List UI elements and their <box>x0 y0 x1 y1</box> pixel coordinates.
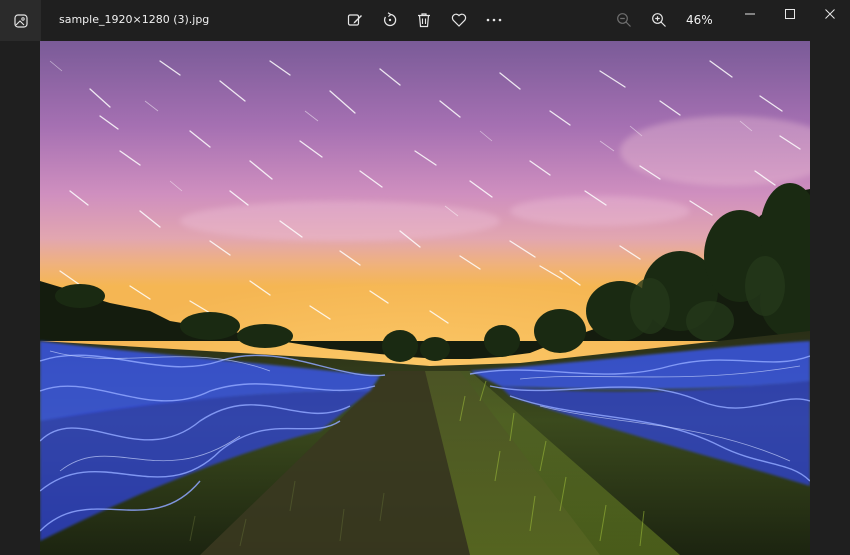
edit-image-icon <box>347 14 362 26</box>
zoom-out-icon <box>617 13 631 27</box>
rotate-icon <box>384 12 397 27</box>
zoom-in-icon <box>652 13 666 27</box>
rotate-button[interactable] <box>380 10 400 30</box>
title-bar: sample_1920×1280 (3).jpg 46% <box>0 0 850 41</box>
favorite-button[interactable] <box>449 10 469 30</box>
maximize-button[interactable] <box>770 0 810 28</box>
gallery-icon <box>13 13 28 28</box>
delete-button[interactable] <box>414 10 434 30</box>
zoom-in-button[interactable] <box>649 10 669 30</box>
edit-image-button[interactable] <box>345 10 365 30</box>
favorite-heart-icon <box>451 13 467 27</box>
more-options-icon <box>486 18 502 22</box>
file-name-label: sample_1920×1280 (3).jpg <box>59 13 210 26</box>
zoom-level-text[interactable]: 46% <box>686 13 713 27</box>
close-button[interactable] <box>810 0 850 28</box>
image-canvas[interactable] <box>40 41 810 555</box>
photos-app-icon[interactable] <box>0 0 41 41</box>
zoom-out-button[interactable] <box>614 10 634 30</box>
delete-icon <box>418 13 430 28</box>
photo <box>40 41 810 555</box>
maximize-icon <box>785 9 795 19</box>
more-options-button[interactable] <box>484 10 504 30</box>
close-icon <box>825 9 835 19</box>
minimize-icon <box>745 13 755 15</box>
minimize-button[interactable] <box>730 0 770 28</box>
